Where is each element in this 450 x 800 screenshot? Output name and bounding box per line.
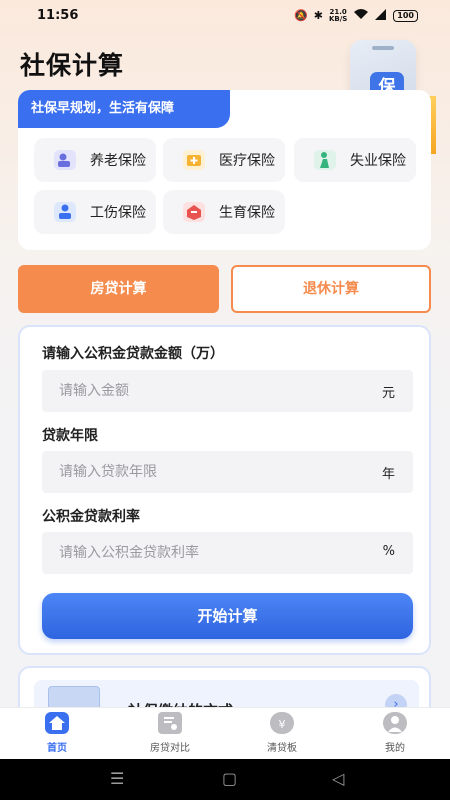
tab-mortgage-calc[interactable]: 房贷计算 [18,265,219,313]
insurance-item-medical[interactable]: 医疗保险 [163,138,285,182]
loan-form-card: 请输入公积金贷款金额（万） 元 贷款年限 年 公积金贷款利率 % 开始计算 [18,325,431,655]
insurance-item-label: 养老保险 [90,153,146,169]
amount-label: 请输入公积金贷款金额（万） [42,346,224,362]
net-speed-unit: KB/S [328,14,348,23]
nav-label: 我的 [385,743,405,754]
nav-label: 清贷板 [267,743,297,754]
insurance-item-pension[interactable]: 养老保险 [34,138,156,182]
rate-unit: % [382,544,395,559]
medical-kit-icon [183,150,205,170]
nav-item-loan-compare[interactable]: 房贷对比 [130,712,210,754]
insurance-item-label: 医疗保险 [219,153,275,169]
pension-icon [54,150,76,170]
term-unit: 年 [381,467,395,482]
nav-label: 房贷对比 [150,743,190,754]
status-bar: 11:56 🔕 ✱ 21.0 KB/S 100 [0,0,450,32]
tab-retirement-calc[interactable]: 退休计算 [231,265,431,313]
nav-label: 首页 [47,743,67,754]
mute-icon: 🔕 [294,9,308,22]
page-title: 社保计算 [20,51,125,80]
home-icon [45,712,69,734]
rate-field-container: % [42,532,413,574]
term-input[interactable] [42,451,362,493]
status-time: 11:56 [37,8,79,23]
amount-input[interactable] [42,370,362,412]
home-square-icon[interactable]: ▢ [222,769,237,788]
nav-item-mine[interactable]: 我的 [355,712,435,754]
bottom-nav: 首页 房贷对比 ¥ 清贷板 我的 [0,707,450,759]
signal-icon [375,8,387,23]
amount-field-container: 元 [42,370,413,412]
loan-compare-icon [158,712,182,734]
rate-label: 公积金贷款利率 [42,509,140,525]
user-icon [383,712,407,734]
term-field-container: 年 [42,451,413,493]
wifi-icon [353,8,369,23]
nav-item-clear-loan[interactable]: ¥ 清贷板 [242,712,322,754]
insurance-item-label: 失业保险 [350,153,406,169]
insurance-item-maternity[interactable]: 生育保险 [163,190,285,234]
maternity-icon [183,202,205,222]
back-icon[interactable]: ◁ [332,769,344,788]
unemployment-icon [314,150,336,170]
network-speed: 21.0 KB/S [328,8,348,23]
rate-input[interactable] [42,532,362,574]
status-icons: 🔕 ✱ 21.0 KB/S 100 [294,8,418,23]
menu-icon[interactable]: ☰ [110,769,124,788]
amount-unit: 元 [381,386,395,401]
work-injury-icon [54,202,76,222]
nav-item-home[interactable]: 首页 [17,712,97,754]
insurance-item-label: 工伤保险 [90,205,146,221]
term-label: 贷款年限 [42,428,98,444]
insurance-item-unemployment[interactable]: 失业保险 [294,138,416,182]
svg-text:¥: ¥ [279,718,286,731]
system-nav-bar: ☰ ▢ ◁ [0,759,450,800]
insurance-banner: 社保早规划，生活有保障 [18,90,230,128]
insurance-card: 社保早规划，生活有保障 养老保险 医疗保险 失业保险 工伤保险 生育保险 [18,90,431,250]
battery-icon: 100 [393,9,418,22]
start-calc-button[interactable]: 开始计算 [42,593,413,639]
insurance-item-work-injury[interactable]: 工伤保险 [34,190,156,234]
insurance-item-label: 生育保险 [219,205,275,221]
money-bag-icon: ¥ [270,712,294,734]
bluetooth-icon: ✱ [313,9,323,22]
